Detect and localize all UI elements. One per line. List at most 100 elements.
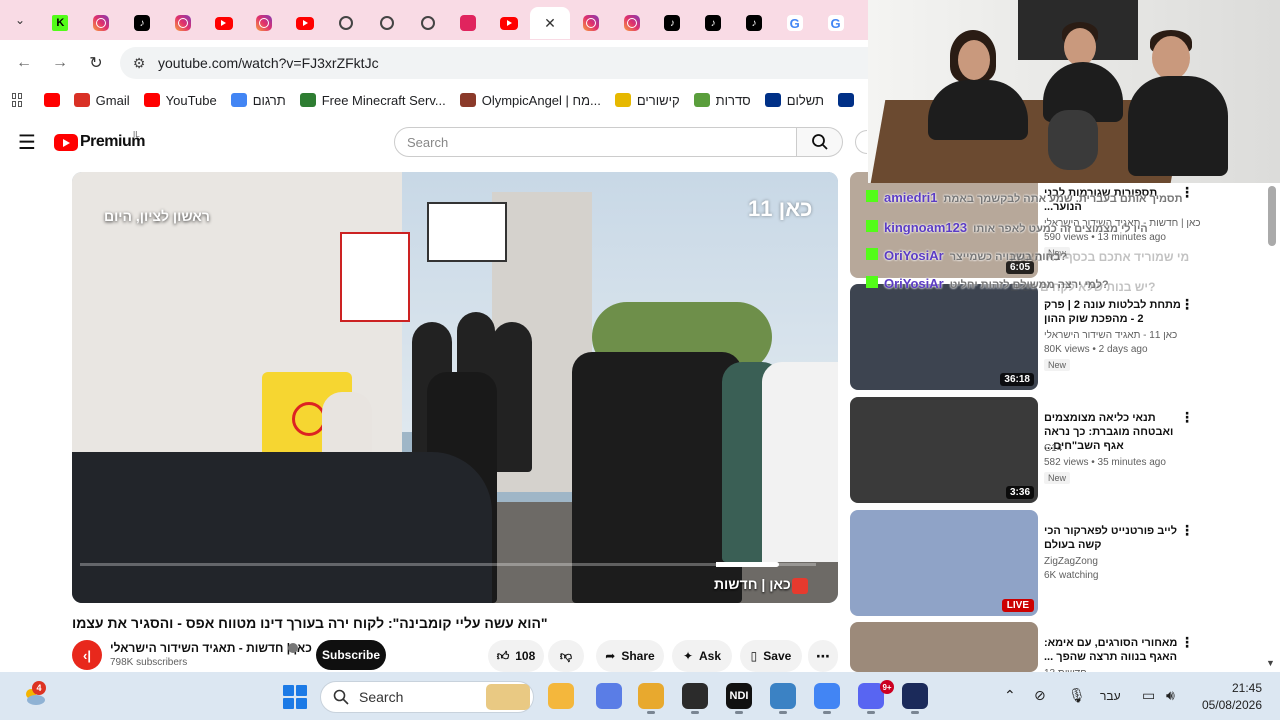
display-icon[interactable]: ▭ bbox=[1142, 687, 1155, 704]
ndi-icon[interactable]: NDI bbox=[726, 683, 752, 709]
chat-username: OriYosiAr bbox=[884, 276, 944, 291]
browser-tab[interactable] bbox=[407, 7, 448, 39]
subscribe-button[interactable]: Subscribe bbox=[316, 640, 386, 670]
voice-search-button[interactable] bbox=[855, 130, 867, 154]
bookmark-item[interactable]: YouTube bbox=[143, 93, 217, 108]
rec-more-icon[interactable]: ⋮ bbox=[1180, 634, 1194, 651]
browser-tab[interactable]: K bbox=[40, 7, 81, 39]
notepad-icon[interactable] bbox=[770, 683, 796, 709]
rec-more-icon[interactable]: ⋮ bbox=[1180, 409, 1194, 426]
like-button[interactable]: 👍︎ 108 bbox=[488, 640, 544, 672]
rec-title[interactable]: תנאי כליאה מצומצמים ואבטחה מוגברת: כך נר… bbox=[1044, 411, 1184, 453]
scroll-down-arrow[interactable]: ▼ bbox=[1266, 658, 1275, 668]
tab-search-button[interactable]: ⌄ bbox=[0, 0, 40, 40]
browser-tab[interactable] bbox=[203, 7, 244, 39]
chat-username: kingnoam123 bbox=[884, 220, 968, 235]
more-actions-button[interactable]: ⋯ bbox=[808, 640, 838, 672]
channel-name[interactable]: כאן | חדשות - תאגיד השידור הישראלי bbox=[110, 641, 312, 655]
start-button[interactable] bbox=[283, 685, 307, 709]
clock-date[interactable]: 05/08/2026 bbox=[1200, 698, 1262, 712]
ask-label: Ask bbox=[699, 649, 722, 663]
rec-channel[interactable]: C14 bbox=[1044, 443, 1062, 454]
search-button[interactable] bbox=[797, 127, 843, 157]
rec-title[interactable]: לייב פורטנייט לפארקור הכי קשה בעולם bbox=[1044, 524, 1184, 552]
kick-badge-icon bbox=[866, 220, 878, 232]
obs-icon[interactable] bbox=[682, 683, 708, 709]
tray-overflow-icon[interactable]: ⌃ bbox=[1004, 687, 1016, 704]
rec-thumbnail[interactable]: 3:36 bbox=[850, 397, 1038, 503]
apps-grid-icon[interactable] bbox=[12, 93, 22, 107]
file-explorer-icon[interactable] bbox=[548, 683, 574, 709]
folder-icon[interactable] bbox=[638, 683, 664, 709]
reload-icon[interactable]: ↻ bbox=[84, 52, 108, 74]
forward-icon[interactable]: → bbox=[48, 52, 72, 74]
clock-time[interactable]: 21:45 bbox=[1200, 681, 1262, 695]
browser-tab[interactable]: ♪ bbox=[122, 7, 163, 39]
browser-tab[interactable] bbox=[162, 7, 203, 39]
bookmark-icon: ▯ bbox=[750, 649, 758, 663]
bookmark-item[interactable]: סדרות bbox=[693, 93, 751, 108]
search-highlight-image bbox=[486, 684, 530, 710]
browser-tab[interactable] bbox=[366, 7, 407, 39]
back-icon[interactable]: ← bbox=[12, 52, 36, 74]
rec-thumbnail[interactable] bbox=[850, 622, 1038, 672]
chatgpt-icon bbox=[420, 16, 435, 30]
site-info-icon[interactable]: ⚙ bbox=[128, 52, 150, 74]
browser-tab[interactable]: ✕ bbox=[529, 7, 571, 39]
share-button[interactable]: ➦ Share bbox=[596, 640, 664, 672]
video-player[interactable] bbox=[72, 172, 838, 603]
rec-channel[interactable]: כאן 11 - תאגיד השידור הישראלי bbox=[1044, 330, 1177, 341]
rec-thumbnail[interactable]: 36:18 bbox=[850, 284, 1038, 390]
chrome-icon[interactable] bbox=[814, 683, 840, 709]
page-scrollbar[interactable] bbox=[1268, 186, 1276, 246]
browser-tab[interactable] bbox=[570, 7, 611, 39]
browser-tab[interactable] bbox=[489, 7, 530, 39]
ask-button[interactable]: ✦ Ask bbox=[672, 640, 732, 672]
youtube-logo-icon[interactable] bbox=[54, 134, 78, 151]
bookmark-item[interactable]: Free Minecraft Serv... bbox=[299, 93, 446, 108]
rec-title[interactable]: מתחת לבלטות עונה 2 | פרק 2 - מהפכת שוק ה… bbox=[1044, 298, 1184, 326]
microphone-icon[interactable]: 🎙︎ bbox=[1068, 687, 1086, 704]
browser-tab[interactable]: ♪ bbox=[734, 7, 775, 39]
bookmark-item[interactable]: OlympicAngel | מח... bbox=[459, 93, 601, 108]
close-icon[interactable]: ✕ bbox=[544, 15, 556, 32]
hamburger-menu-icon[interactable]: ☰ bbox=[16, 131, 38, 154]
rec-channel[interactable]: ZigZagZong bbox=[1044, 556, 1098, 567]
browser-tab[interactable] bbox=[285, 7, 326, 39]
browser-tab[interactable] bbox=[448, 7, 489, 39]
news-bug-label: כאן | חדשות bbox=[714, 576, 791, 592]
chat-faded-line: מי שמוריד אתכם בכסף לא מאמין bbox=[1010, 250, 1190, 264]
browser-tab[interactable]: G bbox=[815, 7, 856, 39]
browser-tab[interactable]: G bbox=[774, 7, 815, 39]
running-indicator bbox=[867, 711, 875, 714]
browser-tab[interactable] bbox=[244, 7, 285, 39]
browser-tab[interactable]: ♪ bbox=[652, 7, 693, 39]
rec-thumbnail[interactable]: LIVE bbox=[850, 510, 1038, 616]
rec-more-icon[interactable]: ⋮ bbox=[1180, 296, 1194, 313]
like-count: 108 bbox=[515, 649, 536, 663]
bookmark-item[interactable]: קישורים bbox=[614, 93, 680, 108]
bookmark-item[interactable] bbox=[838, 93, 854, 107]
dislike-button[interactable]: 👎︎ bbox=[548, 640, 584, 672]
search-input[interactable]: Search bbox=[394, 127, 797, 157]
browser-tab[interactable] bbox=[326, 7, 367, 39]
browser-tab[interactable] bbox=[611, 7, 652, 39]
teamviewer-icon[interactable] bbox=[902, 683, 928, 709]
bookmark-item[interactable] bbox=[43, 93, 60, 107]
network-off-icon[interactable]: ⊘ bbox=[1034, 687, 1046, 704]
browser-tab[interactable]: ♪ bbox=[693, 7, 734, 39]
bookmark-item[interactable]: תרגום bbox=[230, 93, 286, 108]
bookmark-item[interactable]: תשלום bbox=[764, 93, 824, 108]
rec-title[interactable]: מאחורי הסורגים, עם אימא: האגף בנווה תרצה… bbox=[1044, 636, 1184, 664]
volume-icon[interactable]: 🔊︎ bbox=[1166, 687, 1175, 704]
save-button[interactable]: ▯ Save bbox=[740, 640, 802, 672]
input-language[interactable]: עבר bbox=[1100, 689, 1121, 703]
browser-tab[interactable] bbox=[81, 7, 122, 39]
chatgpt-icon bbox=[338, 16, 353, 30]
search-icon bbox=[333, 689, 349, 705]
rec-more-icon[interactable]: ⋮ bbox=[1180, 522, 1194, 539]
channel-avatar[interactable]: ‹| bbox=[72, 640, 102, 670]
url-text[interactable]: youtube.com/watch?v=FJ3xrZFktJc bbox=[158, 55, 379, 71]
bookmark-item[interactable]: Gmail bbox=[73, 93, 130, 108]
copilot-icon[interactable] bbox=[596, 683, 622, 709]
